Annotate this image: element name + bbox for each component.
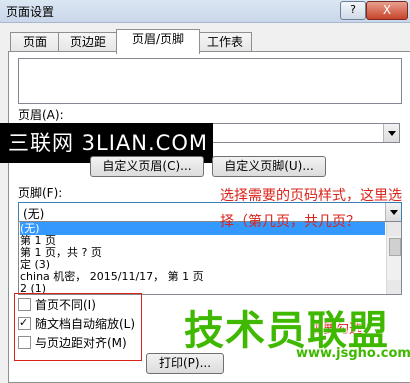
- help-button[interactable]: ?: [340, 1, 366, 20]
- footer-label: 页脚(F):: [18, 186, 63, 200]
- header-select[interactable]: [212, 123, 400, 143]
- header-preview: [18, 58, 402, 104]
- checkbox[interactable]: [18, 315, 31, 331]
- checkbox[interactable]: [18, 298, 31, 311]
- close-button[interactable]: X: [366, 1, 408, 20]
- header-label: 页眉(A):: [18, 108, 64, 122]
- annotation-text: 选择需要的页码样式，这里选择（第几页，共几页？: [220, 188, 402, 230]
- brand-url: www.jsgho.com: [296, 346, 410, 361]
- checkbox-scale-with-document[interactable]: 随文档自动缩放(L): [18, 315, 136, 332]
- checkbox-label: 首页不同(I): [35, 298, 96, 312]
- tab-header-footer[interactable]: 页眉/页脚: [116, 29, 200, 54]
- checkbox-align-with-margins[interactable]: 与页边距对齐(M): [18, 335, 127, 351]
- window-title: 页面设置: [6, 5, 55, 19]
- scroll-down-icon[interactable]: [387, 280, 401, 294]
- title-bar: 页面设置 ? X: [0, 0, 410, 23]
- print-button[interactable]: 打印(P)...: [146, 353, 224, 374]
- checkbox-different-first-page[interactable]: 首页不同(I): [18, 297, 96, 313]
- custom-header-button[interactable]: 自定义页眉(C)...: [90, 156, 204, 177]
- checkbox-label: 随文档自动缩放(L): [35, 317, 136, 331]
- tab-page[interactable]: 页面: [10, 32, 60, 53]
- footer-select-value: (无): [23, 207, 45, 221]
- list-item[interactable]: china 机密， 2015/11/17， 第 1 页: [20, 270, 204, 283]
- chevron-down-icon[interactable]: [383, 124, 399, 142]
- checkbox[interactable]: [18, 336, 31, 349]
- checkbox-label: 与页边距对齐(M): [35, 336, 127, 350]
- tab-margins[interactable]: 页边距: [58, 32, 118, 53]
- tab-sheet[interactable]: 工作表: [198, 32, 252, 53]
- scroll-thumb[interactable]: [389, 238, 401, 256]
- custom-footer-button[interactable]: 自定义页脚(U)...: [212, 156, 326, 177]
